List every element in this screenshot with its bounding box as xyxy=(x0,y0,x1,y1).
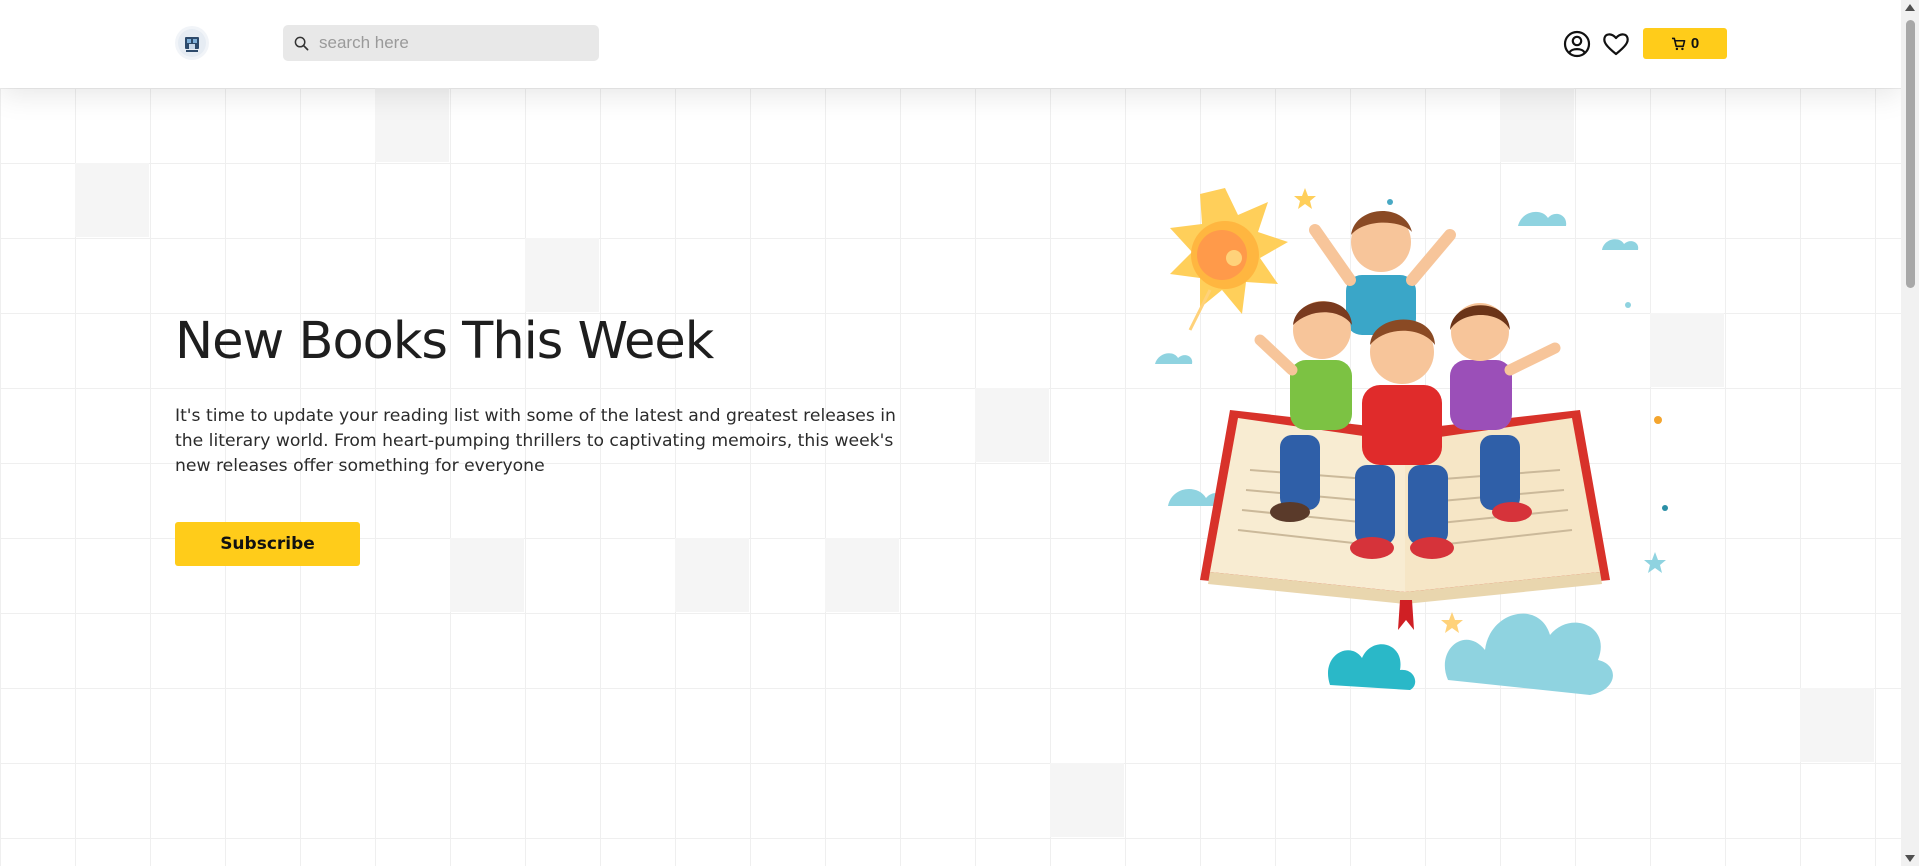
store-logo-icon xyxy=(178,29,206,57)
dot-icon xyxy=(1625,302,1631,308)
hero-description: It's time to update your reading list wi… xyxy=(175,406,896,476)
cart-button[interactable]: 0 xyxy=(1643,28,1727,59)
scroll-down-arrow-icon[interactable] xyxy=(1905,855,1915,862)
scrollbar-thumb[interactable] xyxy=(1906,20,1915,288)
bg-grid-cell xyxy=(1800,688,1874,762)
sun-icon xyxy=(1170,188,1288,331)
site-header: 0 xyxy=(0,0,1901,88)
star-icon xyxy=(1294,188,1316,209)
user-circle-icon[interactable] xyxy=(1562,29,1592,59)
store-logo[interactable] xyxy=(175,26,209,60)
bg-grid-cell xyxy=(75,163,149,237)
page: 0 New Books This Week It's time to updat… xyxy=(0,0,1919,866)
bg-grid-cell xyxy=(450,538,524,612)
hero-title: New Books This Week xyxy=(175,312,714,371)
bg-grid-cell xyxy=(975,388,1049,462)
cloud-icon xyxy=(1327,613,1613,695)
dot-icon xyxy=(1654,416,1662,424)
bg-grid-cell xyxy=(525,238,599,312)
search-icon[interactable] xyxy=(293,35,309,51)
bg-grid-cell xyxy=(1500,88,1574,162)
dot-icon xyxy=(1387,199,1393,205)
scroll-up-arrow-icon[interactable] xyxy=(1905,4,1915,11)
page-scrollbar[interactable] xyxy=(1901,0,1919,866)
heart-icon[interactable] xyxy=(1601,29,1631,59)
bg-grid-cell xyxy=(1050,763,1124,837)
cart-count: 0 xyxy=(1690,35,1700,52)
bg-grid-cell xyxy=(675,538,749,612)
dot-icon xyxy=(1662,505,1668,511)
cart-icon xyxy=(1671,37,1686,50)
kids-on-open-book-illustration xyxy=(1155,188,1668,695)
bg-grid-cell xyxy=(825,538,899,612)
search-input[interactable] xyxy=(319,33,579,53)
bg-grid-cell xyxy=(375,88,449,162)
subscribe-button[interactable]: Subscribe xyxy=(175,522,360,566)
star-icon xyxy=(1441,612,1463,633)
search-bar[interactable] xyxy=(283,25,599,61)
star-icon xyxy=(1644,552,1666,573)
